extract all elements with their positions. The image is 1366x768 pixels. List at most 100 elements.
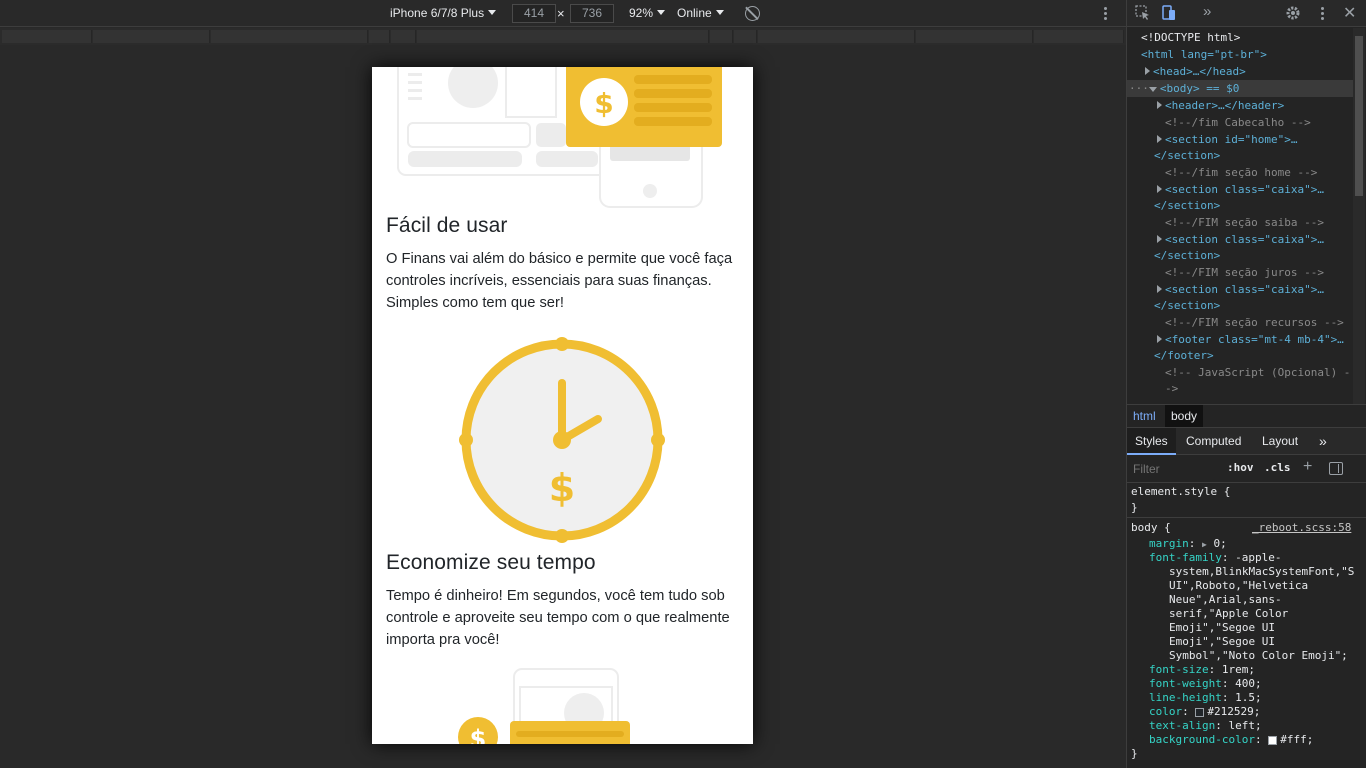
tree-comment[interactable]: <!--/FIM seção juros --> (1165, 265, 1324, 281)
devtools-menu-icon[interactable] (1321, 7, 1324, 20)
source-link[interactable]: _reboot.scss:58 (1252, 521, 1351, 535)
styles-filter-input[interactable] (1129, 460, 1219, 478)
tree-section-close[interactable]: </section> (1154, 298, 1220, 314)
chevron-down-icon (488, 10, 497, 16)
new-rule-plus-icon[interactable]: + (1303, 458, 1312, 476)
media-query-bar[interactable] (0, 28, 1126, 45)
section-title-economize: Economize seu tempo (386, 551, 596, 574)
device-select[interactable]: iPhone 6/7/8 Plus (390, 0, 497, 27)
css-prop-font-weight[interactable]: font-weight: 400; (1149, 677, 1262, 691)
tree-section-caixa[interactable]: <section class="caixa">… (1157, 232, 1324, 248)
tree-comment-end[interactable]: -> (1165, 381, 1178, 397)
elements-scrollbar[interactable] (1353, 28, 1365, 404)
css-prop-font-size[interactable]: font-size: 1rem; (1149, 663, 1255, 677)
css-prop-margin[interactable]: margin: ▶ 0; (1149, 537, 1227, 552)
height-input[interactable]: 736 (570, 4, 614, 23)
zoom-label: 92% (629, 6, 654, 20)
tab-styles[interactable]: Styles (1127, 428, 1176, 455)
device-toggle-icon[interactable] (1161, 5, 1177, 21)
toggle-sidebar-icon[interactable] (1329, 462, 1343, 475)
body-rule-close: } (1131, 747, 1138, 760)
tree-html[interactable]: <html lang="pt-br"> (1141, 47, 1267, 63)
chevron-down-icon (657, 10, 666, 16)
browser-window: iPhone 6/7/8 Plus 414 × 736 92% Online $… (0, 0, 1366, 768)
color-swatch-icon[interactable] (1268, 735, 1278, 745)
css-value-line: Symbol","Noto Color Emoji"; (1169, 649, 1348, 662)
css-prop-line-height[interactable]: line-height: 1.5; (1149, 691, 1262, 705)
section-title-facil: Fácil de usar (386, 214, 508, 237)
tree-body[interactable]: ··· <body> == $0 (1129, 81, 1239, 97)
breadcrumb-body[interactable]: body (1165, 405, 1204, 427)
collapse-triangle-icon[interactable] (1148, 87, 1157, 92)
expand-triangle-icon[interactable] (1157, 185, 1162, 193)
tree-footer[interactable]: <footer class="mt-4 mb-4">… (1157, 332, 1344, 348)
styles-pane[interactable]: element.style { } body { _reboot.scss:58… (1127, 483, 1366, 768)
css-prop-font-family[interactable]: font-family: -apple- (1149, 551, 1281, 565)
throttle-select[interactable]: Online (677, 0, 724, 27)
tree-comment[interactable]: <!--/fim seção home --> (1165, 165, 1317, 181)
clock-illustration: $ (459, 337, 665, 543)
elements-tree[interactable]: <!DOCTYPE html> <html lang="pt-br"> <hea… (1127, 28, 1353, 404)
tree-comment[interactable]: <!--/FIM seção recursos --> (1165, 315, 1344, 331)
hov-toggle[interactable]: :hov (1227, 461, 1254, 474)
expand-triangle-icon[interactable] (1145, 67, 1150, 75)
tree-comment[interactable]: <!--/FIM seção saiba --> (1165, 215, 1324, 231)
color-swatch-icon[interactable] (1195, 707, 1205, 717)
devtools-toolbar: » ✕ (1127, 0, 1366, 27)
expand-triangle-icon[interactable] (1157, 101, 1162, 109)
tree-comment[interactable]: <!--/fim Cabecalho --> (1165, 115, 1311, 131)
inspect-element-icon[interactable] (1135, 5, 1151, 21)
dimension-separator: × (557, 6, 565, 21)
tree-section-close[interactable]: </section> (1154, 148, 1220, 164)
expand-triangle-icon[interactable] (1157, 135, 1162, 143)
throttle-label: Online (677, 6, 712, 20)
tree-section-close[interactable]: </section> (1154, 198, 1220, 214)
tree-doctype[interactable]: <!DOCTYPE html> (1141, 30, 1240, 46)
styles-tabbar: Styles Computed Layout » (1127, 428, 1366, 455)
tree-section-close[interactable]: </section> (1154, 248, 1220, 264)
expand-triangle-icon[interactable] (1157, 235, 1162, 243)
tree-footer-close[interactable]: </footer> (1154, 348, 1214, 364)
close-icon[interactable]: ✕ (1343, 3, 1356, 23)
dollar-sign: $ (594, 87, 613, 120)
device-toolbar: iPhone 6/7/8 Plus 414 × 736 92% Online (0, 0, 1126, 27)
phone-card-illustration: $ (458, 668, 630, 744)
body-rule-selector[interactable]: body { (1131, 521, 1171, 535)
tree-section-caixa[interactable]: <section class="caixa">… (1157, 282, 1324, 298)
settings-gear-icon[interactable] (1285, 5, 1301, 21)
tab-layout[interactable]: Layout (1256, 428, 1304, 455)
device-viewport[interactable]: $ Fácil de usar O Finans vai além do bás… (372, 67, 753, 744)
width-input[interactable]: 414 (512, 4, 556, 23)
device-name: iPhone 6/7/8 Plus (390, 6, 485, 20)
expand-triangle-icon[interactable] (1157, 285, 1162, 293)
svg-text:$: $ (549, 466, 575, 510)
css-value-line: Neue",Arial,sans- (1169, 593, 1282, 606)
css-prop-background-color[interactable]: background-color: #fff; (1149, 733, 1313, 747)
css-value-line: serif,"Apple Color (1169, 607, 1289, 620)
tree-header[interactable]: <header>…</header> (1157, 98, 1284, 114)
devtools-panel: » ✕ <!DOCTYPE html> <html lang="pt-br"> … (1126, 0, 1366, 768)
tree-section-home[interactable]: <section id="home">… (1157, 132, 1297, 148)
tab-computed[interactable]: Computed (1180, 428, 1247, 455)
css-prop-text-align[interactable]: text-align: left; (1149, 719, 1262, 733)
cls-toggle[interactable]: .cls (1264, 461, 1291, 474)
chevron-down-icon (715, 10, 724, 16)
tree-head[interactable]: <head>…</head> (1145, 64, 1246, 80)
breadcrumb: html body (1127, 404, 1366, 428)
css-value-line: Emoji","Segoe UI (1169, 621, 1275, 634)
css-prop-color[interactable]: color: #212529; (1149, 705, 1260, 719)
rotate-disabled-icon[interactable] (745, 6, 760, 21)
svg-text:$: $ (470, 725, 487, 744)
zoom-select[interactable]: 92% (629, 0, 666, 27)
section-text-facil: O Finans vai além do básico e permite qu… (386, 251, 733, 311)
tree-section-caixa[interactable]: <section class="caixa">… (1157, 182, 1324, 198)
breadcrumb-html[interactable]: html (1127, 405, 1162, 427)
more-options-icon[interactable] (1104, 7, 1107, 20)
element-style-selector[interactable]: element.style { (1131, 485, 1230, 499)
more-panels-icon[interactable]: » (1203, 3, 1211, 20)
tree-comment[interactable]: <!-- JavaScript (Opcional) - (1165, 365, 1350, 381)
dashboard-illustration: $ (397, 67, 722, 208)
expand-triangle-icon[interactable] (1157, 335, 1162, 343)
more-tabs-icon[interactable]: » (1313, 428, 1333, 455)
element-style-close: } (1131, 501, 1138, 514)
